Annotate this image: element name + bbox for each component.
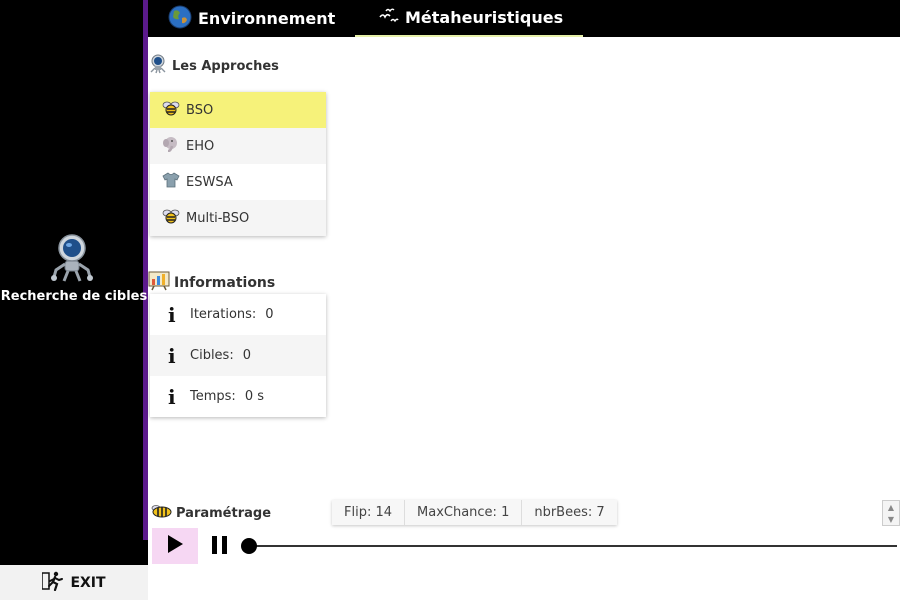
bee-icon	[162, 208, 180, 228]
info-row-temps: i Temps: 0 s	[150, 376, 326, 417]
approaches-title: Les Approches	[172, 58, 279, 74]
tab-environnement-label: Environnement	[198, 9, 336, 28]
approach-item-bso[interactable]: BSO	[150, 92, 326, 128]
pause-button[interactable]	[208, 534, 232, 560]
param-nbrbees[interactable]: nbrBees: 7	[522, 500, 616, 525]
bee-icon	[162, 100, 180, 120]
play-button[interactable]	[152, 528, 198, 564]
exit-label: EXIT	[70, 574, 106, 591]
tab-bar: Environnement Métaheuristiques	[148, 0, 900, 37]
play-icon	[166, 534, 184, 558]
approach-item-multi-bso[interactable]: Multi-BSO	[150, 200, 326, 236]
param-flip[interactable]: Flip: 14	[332, 500, 406, 525]
tab-environnement[interactable]: Environnement	[168, 0, 356, 37]
scroll-spinner[interactable]: ▲ ▼	[882, 500, 900, 526]
info-row-cibles: i Cibles: 0	[150, 335, 326, 376]
approaches-list: BSO EHO ESWSA Multi-BSO	[150, 92, 326, 236]
info-icon: i	[168, 384, 176, 409]
approach-label: ESWSA	[186, 174, 233, 190]
info-label: Cibles:	[190, 348, 234, 363]
robot-icon	[50, 234, 94, 284]
parametrage-title: Paramétrage	[176, 505, 272, 521]
param-maxchance[interactable]: MaxChance: 1	[405, 500, 523, 525]
info-icon: i	[168, 302, 176, 327]
info-value: 0	[265, 307, 274, 322]
info-value: 0	[242, 348, 251, 363]
progress-slider-thumb[interactable]	[241, 538, 257, 554]
running-man-icon	[41, 571, 64, 595]
tab-metaheuristiques[interactable]: Métaheuristiques	[355, 0, 583, 37]
chevron-down-icon[interactable]: ▼	[888, 515, 894, 524]
birds-icon	[379, 7, 399, 29]
approach-label: EHO	[186, 138, 215, 154]
info-row-iterations: i Iterations: 0	[150, 294, 326, 335]
tab-metaheuristiques-label: Métaheuristiques	[405, 8, 564, 27]
elephant-icon	[162, 136, 180, 156]
sidebar-accent-bar	[143, 0, 148, 540]
informations-header: Informations	[148, 271, 275, 295]
progress-slider-track[interactable]	[249, 545, 897, 547]
approach-item-eho[interactable]: EHO	[150, 128, 326, 164]
pause-icon	[211, 535, 229, 559]
info-label: Temps:	[190, 389, 236, 404]
info-icon: i	[168, 343, 176, 368]
bee-icon	[148, 504, 172, 522]
shirt-icon	[162, 172, 180, 192]
globe-icon	[168, 5, 192, 33]
informations-title: Informations	[174, 275, 276, 291]
approach-label: Multi-BSO	[186, 210, 250, 226]
informations-list: i Iterations: 0 i Cibles: 0 i Temps: 0 s	[150, 294, 326, 417]
chevron-up-icon[interactable]: ▲	[888, 503, 894, 512]
exit-button[interactable]: EXIT	[0, 565, 148, 600]
chart-board-icon	[148, 271, 170, 295]
parametrage-header: Paramétrage	[148, 504, 271, 522]
info-label: Iterations:	[190, 307, 257, 322]
approach-item-eswsa[interactable]: ESWSA	[150, 164, 326, 200]
robot-icon	[148, 54, 168, 78]
app-title: Recherche de cibles	[0, 289, 148, 304]
params-bar: Flip: 14 MaxChance: 1 nbrBees: 7	[332, 500, 617, 525]
approach-label: BSO	[186, 102, 214, 118]
approaches-header: Les Approches	[148, 54, 279, 78]
info-value: 0 s	[244, 389, 264, 404]
